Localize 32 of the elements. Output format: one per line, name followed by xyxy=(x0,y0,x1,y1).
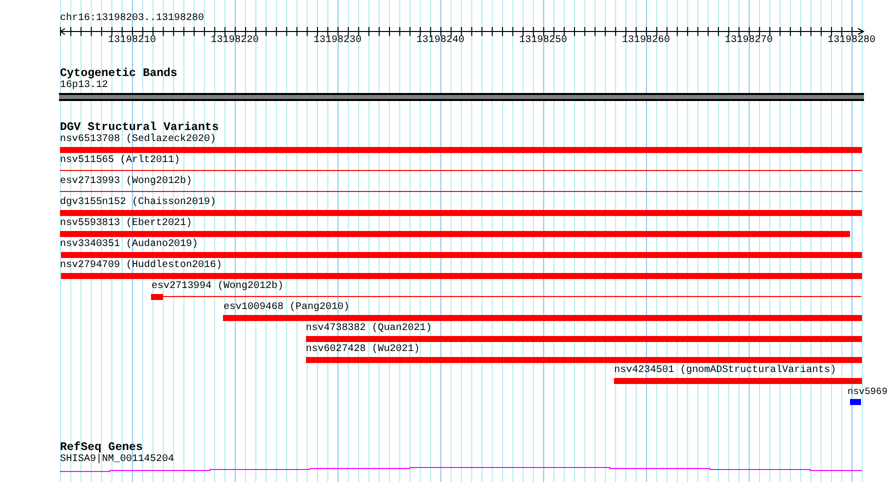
band-label: 16p13.12 xyxy=(60,80,108,92)
variant-bar[interactable] xyxy=(850,399,861,405)
variant-label: nsv3340351 (Audano2019) xyxy=(60,239,198,251)
variant-label: nsv6027428 (Wu2021) xyxy=(306,344,420,356)
variant-label: nsv4234501 (gnomADStructuralVariants) xyxy=(614,365,836,377)
tick-label: 13198270 xyxy=(724,35,774,47)
variant-label: nsv5969 xyxy=(848,386,888,398)
variant-line[interactable] xyxy=(60,191,862,192)
track-title: DGV Structural Variants xyxy=(60,121,219,134)
tick-label: 13198280 xyxy=(826,35,877,47)
variant-label: nsv4738382 (Quan2021) xyxy=(306,323,432,335)
variant-label: dgv3155n152 (Chaisson2019) xyxy=(60,197,216,209)
region-title: chr16:13198203..13198280 xyxy=(60,13,204,25)
tick-label: 13198250 xyxy=(518,35,568,47)
variant-label: esv2713994 (Wong2012b) xyxy=(151,281,284,293)
gene-model-line[interactable] xyxy=(60,466,862,472)
track-title: Cytogenetic Bands xyxy=(60,67,178,80)
variant-label: nsv5593813 (Ebert2021) xyxy=(60,218,192,230)
variant-label: nsv2794709 (Huddleston2016) xyxy=(60,260,222,272)
tick-label: 13198240 xyxy=(415,35,466,47)
variant-label: nsv511565 (Arlt2011) xyxy=(60,155,180,167)
variant-line[interactable] xyxy=(60,170,862,171)
variant-bar[interactable] xyxy=(151,294,862,300)
tick-label: 13198260 xyxy=(620,35,671,47)
track-title: RefSeq Genes xyxy=(60,441,143,454)
gene-label: SHISA9|NM_001145204 xyxy=(60,454,174,466)
tick-label: 13198210 xyxy=(106,35,157,47)
variant-label: esv1009468 (Pang2010) xyxy=(223,302,350,314)
variant-label: esv2713993 (Wong2012b) xyxy=(60,176,192,188)
tick-label: 13198220 xyxy=(210,35,260,47)
tick-label: 13198230 xyxy=(312,35,363,47)
variant-label: nsv6513708 (Sedlazeck2020) xyxy=(60,134,216,146)
